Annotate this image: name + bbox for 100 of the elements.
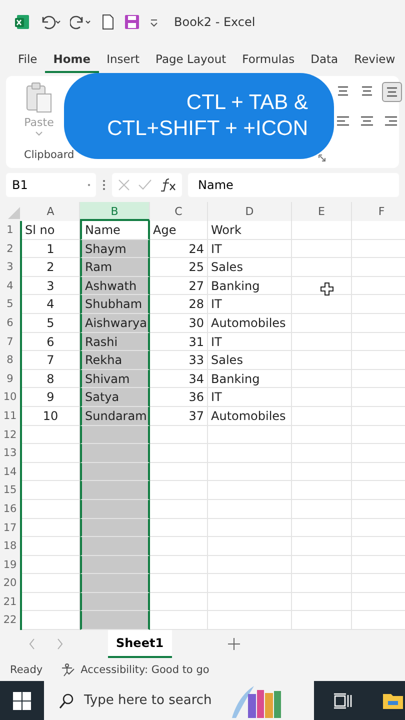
row-header[interactable]: 21 (0, 592, 22, 612)
save-icon[interactable] (124, 14, 140, 30)
table-cell (80, 537, 150, 556)
column-header[interactable]: F (352, 202, 405, 221)
check-icon[interactable] (138, 179, 152, 191)
table-cell (150, 444, 208, 463)
table-cell: IT (208, 388, 292, 407)
table-cell: 31 (150, 332, 208, 352)
table-cell (292, 370, 352, 388)
function-icon[interactable] (160, 178, 176, 192)
table-cell: IT (208, 240, 292, 258)
add-sheet-icon[interactable] (228, 638, 240, 650)
row-header[interactable]: 15 (0, 481, 22, 500)
row-header[interactable]: 18 (0, 537, 22, 556)
ribbon-tab[interactable]: Insert (98, 47, 148, 73)
table-cell (292, 332, 352, 352)
row-header[interactable]: 6 (0, 314, 22, 333)
folder-icon[interactable] (382, 692, 404, 710)
table-cell: 24 (150, 240, 208, 258)
table-cell (150, 592, 208, 612)
table-cell (292, 444, 352, 463)
table-cell (80, 426, 150, 444)
row-header[interactable]: 10 (0, 388, 22, 407)
dialog-launcher-icon[interactable] (318, 154, 326, 162)
column-header[interactable]: B (80, 202, 150, 221)
table-cell (292, 426, 352, 444)
table-cell (80, 611, 150, 630)
row-header[interactable]: 22 (0, 611, 22, 630)
row-header[interactable]: 1 (0, 221, 22, 240)
redo-icon[interactable] (70, 14, 92, 30)
table-cell (80, 574, 150, 593)
table-cell (150, 426, 208, 444)
column-header[interactable]: C (150, 202, 208, 221)
row-header[interactable]: 5 (0, 295, 22, 314)
table-cell: 34 (150, 370, 208, 388)
window-title: Book2 - Excel (174, 15, 256, 29)
search-icon (58, 692, 74, 709)
formula-field[interactable]: Name (188, 173, 399, 197)
table-cell (292, 240, 352, 258)
name-box[interactable]: B1 (6, 173, 96, 197)
new-file-icon[interactable] (101, 14, 115, 30)
table-cell: Ashwath (80, 276, 150, 296)
sheet-tab[interactable]: Sheet1 (108, 630, 172, 658)
table-cell (292, 295, 352, 314)
taskbar-search-field[interactable]: Type here to search (44, 681, 314, 720)
ribbon-tab[interactable]: Page Layout (148, 47, 234, 73)
row-header[interactable]: 4 (0, 276, 22, 296)
table-cell: 30 (150, 314, 208, 333)
table-cell: 25 (150, 258, 208, 277)
row-header[interactable]: 14 (0, 462, 22, 482)
ribbon-tab[interactable]: Data (302, 47, 346, 73)
table-cell: Age (150, 221, 208, 240)
table-cell (292, 258, 352, 277)
row-header[interactable]: 9 (0, 370, 22, 388)
cursor-icon (320, 282, 334, 296)
align-icon[interactable] (382, 82, 402, 102)
row-header[interactable]: 7 (0, 332, 22, 352)
row-header[interactable]: 19 (0, 556, 22, 574)
table-cell (80, 444, 150, 463)
table-cell (150, 462, 208, 482)
row-header[interactable]: 17 (0, 518, 22, 538)
task-view-icon[interactable] (334, 692, 352, 709)
row-header[interactable]: 13 (0, 444, 22, 463)
table-cell (292, 481, 352, 500)
callout-text: CTL + TAB & (186, 90, 308, 116)
table-cell: Shivam (80, 370, 150, 388)
paste-button-label[interactable]: Paste (24, 116, 54, 129)
customize-icon[interactable] (149, 17, 159, 27)
row-header[interactable]: 12 (0, 426, 22, 444)
table-cell: Banking (208, 370, 292, 388)
table-cell (292, 556, 352, 574)
table-cell (150, 500, 208, 518)
column-header[interactable]: E (292, 202, 352, 221)
accessibility-status[interactable]: Accessibility: Good to go (80, 664, 210, 676)
table-cell (150, 537, 208, 556)
table-cell: IT (208, 332, 292, 352)
row-header[interactable]: 11 (0, 406, 22, 426)
table-cell (292, 314, 352, 333)
group-label: Clipboard (24, 149, 74, 161)
table-cell: Work (208, 221, 292, 240)
ribbon-tab[interactable]: File (10, 47, 46, 73)
row-header[interactable]: 16 (0, 500, 22, 518)
accessibility-icon[interactable] (60, 662, 75, 677)
table-cell: 27 (150, 276, 208, 296)
table-cell (292, 221, 352, 240)
table-cell (80, 462, 150, 482)
table-cell: Sl no (22, 221, 80, 240)
table-cell: 36 (150, 388, 208, 407)
column-header[interactable]: D (208, 202, 292, 221)
row-header[interactable]: 8 (0, 351, 22, 370)
table-cell (150, 481, 208, 500)
more-icon[interactable] (102, 179, 106, 191)
row-header[interactable]: 3 (0, 258, 22, 277)
ribbon-tab[interactable]: Review (346, 47, 404, 73)
table-cell (150, 556, 208, 574)
row-header[interactable]: 20 (0, 574, 22, 593)
row-header[interactable]: 2 (0, 240, 22, 258)
windows-start-icon[interactable] (13, 692, 31, 710)
ribbon-tab[interactable]: Formulas (234, 47, 303, 73)
table-cell: Shaym (80, 240, 150, 258)
